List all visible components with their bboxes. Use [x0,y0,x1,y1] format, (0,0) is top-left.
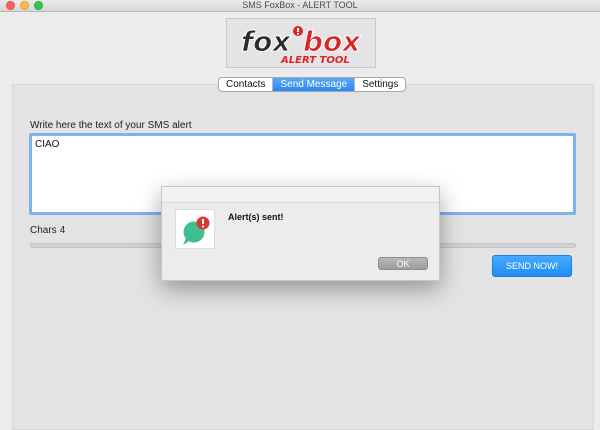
foxbox-logo-icon: fox box ALERT TOOL [241,25,362,67]
logo-box-text: box [303,25,361,58]
send-now-button[interactable]: SEND NOW! [492,255,572,277]
dialog-title-bar [162,187,439,203]
window-title: SMS FoxBox - ALERT TOOL [242,0,358,10]
sms-text-label: Write here the text of your SMS alert [30,120,192,131]
chat-bubble-alert-icon [183,216,210,245]
logo-subtitle-text: ALERT TOOL [280,55,350,66]
tab-send-message[interactable]: Send Message [273,78,356,91]
ok-button[interactable]: OK [378,257,428,270]
dialog-icon-box [175,209,215,249]
dialog-message: Alert(s) sent! [228,212,284,222]
tab-bar: Contacts Send Message Settings [218,77,407,92]
alert-dialog: Alert(s) sent! OK [161,186,440,281]
logo-fox-text: fox [241,25,291,58]
title-bar: SMS FoxBox - ALERT TOOL [0,0,600,12]
logo: fox box ALERT TOOL [226,18,376,68]
tab-settings[interactable]: Settings [355,78,405,91]
chars-label: Chars [30,225,57,236]
chars-count: 4 [59,225,66,236]
tab-contacts[interactable]: Contacts [219,78,274,91]
chars-counter: Chars 4 [30,225,65,236]
